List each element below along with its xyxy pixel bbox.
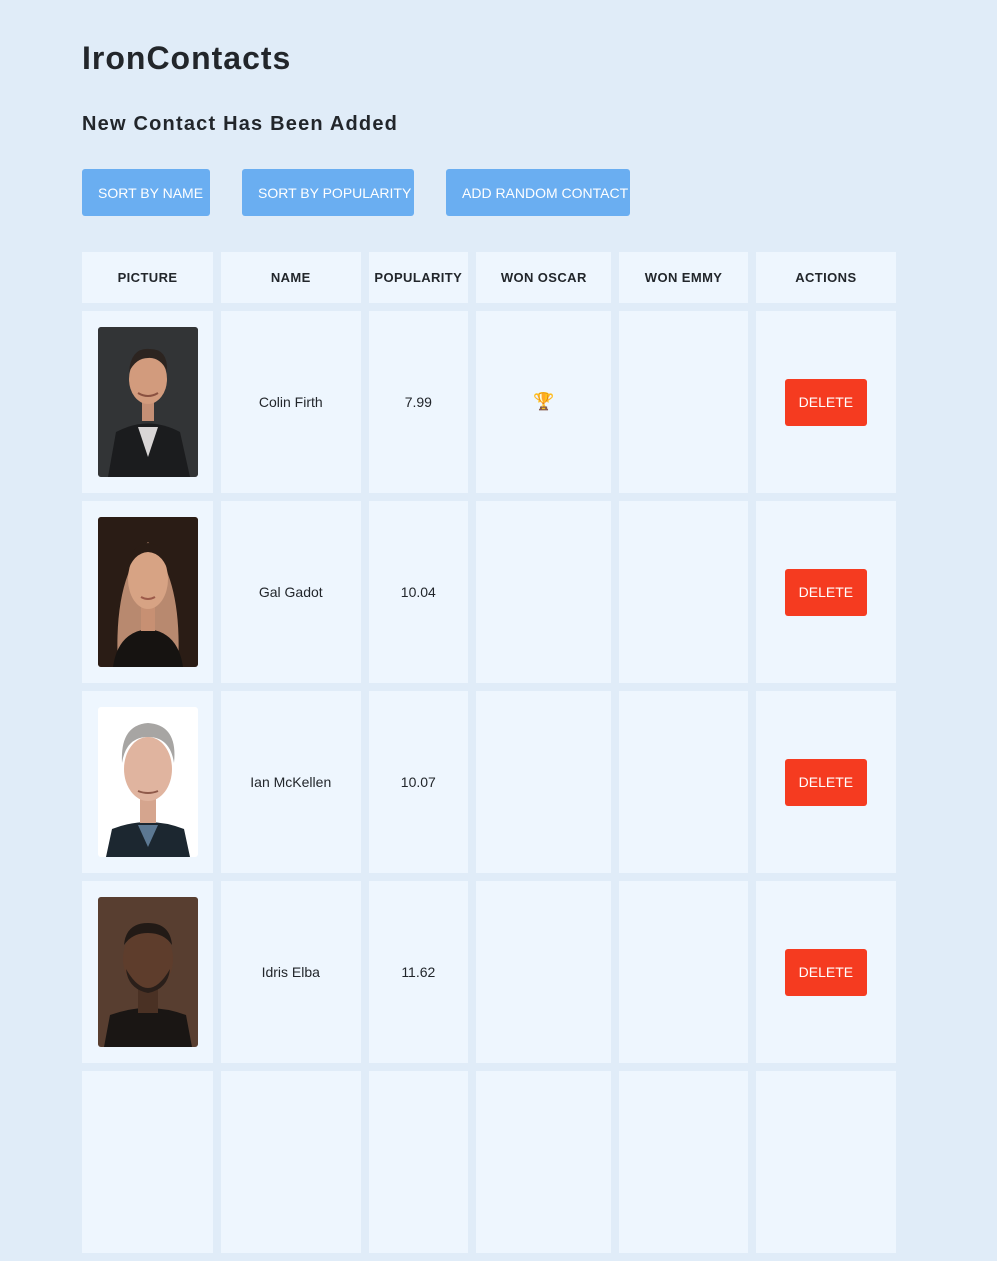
table-row <box>82 1071 896 1253</box>
name-cell <box>221 1071 361 1253</box>
won-oscar-cell <box>476 691 612 873</box>
header-won-oscar: WON OSCAR <box>476 252 612 303</box>
won-oscar-cell <box>476 501 612 683</box>
delete-button[interactable]: DELETE <box>784 948 867 996</box>
picture-cell <box>82 501 214 683</box>
actions-cell: DELETE <box>755 691 896 873</box>
table-row: Colin Firth 7.99 🏆 DELETE <box>82 311 896 493</box>
trophy-icon: 🏆 <box>533 392 555 412</box>
table-header-row: PICTURE NAME POPULARITY WON OSCAR WON EM… <box>82 252 896 303</box>
actions-cell <box>755 1071 896 1253</box>
won-oscar-cell <box>476 881 612 1063</box>
table-row: Gal Gadot 10.04 DELETE <box>82 501 896 683</box>
status-message: New Contact Has Been Added <box>82 113 399 135</box>
contact-photo <box>97 517 198 667</box>
delete-button[interactable]: DELETE <box>784 378 867 426</box>
sort-by-popularity-button[interactable]: SORT BY POPULARITY <box>242 169 414 216</box>
contact-photo <box>97 327 198 477</box>
actions-cell: DELETE <box>755 501 896 683</box>
name-cell: Ian McKellen <box>221 691 361 873</box>
man-portrait-dark-suit-icon <box>97 327 198 477</box>
won-oscar-cell: 🏆 <box>476 311 612 493</box>
won-emmy-cell <box>619 311 748 493</box>
won-emmy-cell <box>619 1071 748 1253</box>
popularity-cell <box>368 1071 469 1253</box>
add-random-contact-button[interactable]: ADD RANDOM CONTACT <box>446 169 630 216</box>
delete-button[interactable]: DELETE <box>784 568 867 616</box>
contact-photo <box>97 897 198 1047</box>
sort-by-name-button[interactable]: SORT BY NAME <box>82 169 210 216</box>
popularity-cell: 7.99 <box>368 311 469 493</box>
popularity-cell: 10.07 <box>368 691 469 873</box>
table-row: Idris Elba 11.62 DELETE <box>82 881 896 1063</box>
header-picture: PICTURE <box>82 252 214 303</box>
picture-cell <box>82 1071 214 1253</box>
picture-cell <box>82 881 214 1063</box>
page-title: IronContacts <box>82 40 292 76</box>
name-cell: Colin Firth <box>221 311 361 493</box>
header-name: NAME <box>221 252 361 303</box>
actions-cell: DELETE <box>755 311 896 493</box>
toolbar: SORT BY NAME SORT BY POPULARITY ADD RAND… <box>82 169 630 216</box>
won-oscar-cell <box>476 1071 612 1253</box>
contacts-table: PICTURE NAME POPULARITY WON OSCAR WON EM… <box>74 244 904 1261</box>
table-row: Ian McKellen 10.07 DELETE <box>82 691 896 873</box>
delete-button[interactable]: DELETE <box>784 758 867 806</box>
man-portrait-beard-icon <box>97 897 198 1047</box>
contact-photo <box>97 707 198 857</box>
header-popularity: POPULARITY <box>368 252 469 303</box>
woman-portrait-dark-hair-icon <box>97 517 198 667</box>
won-emmy-cell <box>619 881 748 1063</box>
man-portrait-grey-hair-icon <box>97 707 198 857</box>
name-cell: Gal Gadot <box>221 501 361 683</box>
picture-cell <box>82 311 214 493</box>
header-won-emmy: WON EMMY <box>619 252 748 303</box>
picture-cell <box>82 691 214 873</box>
won-emmy-cell <box>619 691 748 873</box>
popularity-cell: 11.62 <box>368 881 469 1063</box>
actions-cell: DELETE <box>755 881 896 1063</box>
name-cell: Idris Elba <box>221 881 361 1063</box>
header-actions: ACTIONS <box>755 252 896 303</box>
popularity-cell: 10.04 <box>368 501 469 683</box>
won-emmy-cell <box>619 501 748 683</box>
